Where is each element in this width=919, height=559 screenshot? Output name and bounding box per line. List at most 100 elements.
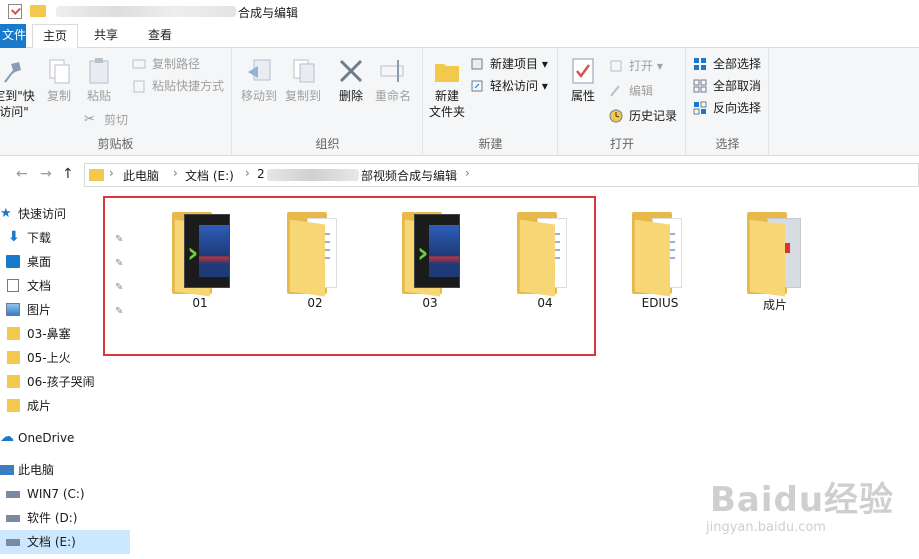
folder-icon bbox=[747, 212, 805, 297]
paste-shortcut-label: 粘贴快捷方式 bbox=[152, 79, 225, 93]
open-label: 打开 bbox=[629, 59, 654, 73]
nav-onedrive[interactable]: ☁ OneDrive bbox=[0, 426, 130, 450]
forward-arrow-icon[interactable]: → bbox=[40, 166, 52, 182]
drive-icon bbox=[6, 515, 20, 522]
new-folder-label-line2: 文件夹 bbox=[428, 105, 465, 119]
nav-drive-c[interactable]: WIN7 (C:) bbox=[0, 482, 130, 506]
cloud-icon: ☁ bbox=[0, 429, 14, 445]
nav-item-label: 下载 bbox=[27, 231, 52, 245]
quick-access-toolbar-properties-icon[interactable] bbox=[8, 4, 22, 19]
properties-check-icon bbox=[568, 56, 598, 86]
open-button[interactable]: 打开 ▾ bbox=[609, 56, 663, 76]
organize-group: 移动到 复制到 删除 重命名 组织 bbox=[233, 48, 423, 156]
copy-to-button[interactable]: 复制到 bbox=[283, 56, 323, 104]
breadcrumb-folder-prefix[interactable]: 2 bbox=[257, 167, 265, 181]
document-icon bbox=[7, 279, 19, 292]
nav-item-folder[interactable]: 06-孩子哭闹 bbox=[0, 370, 130, 394]
tab-home[interactable]: 主页 bbox=[32, 24, 79, 49]
edit-button[interactable]: 编辑 bbox=[609, 81, 653, 101]
chevron-down-icon: ▾ bbox=[538, 57, 548, 71]
nav-item-label: 05-上火 bbox=[27, 351, 71, 365]
copy-path-label: 复制路径 bbox=[152, 57, 201, 71]
history-clock-icon bbox=[609, 109, 623, 123]
nav-drive-e[interactable]: 文档 (E:) bbox=[0, 530, 130, 554]
paste-label: 粘贴 bbox=[86, 89, 111, 103]
move-to-button[interactable]: 移动到 bbox=[239, 56, 279, 104]
breadcrumb-current-folder[interactable]: 部视频合成与编辑 bbox=[361, 167, 457, 184]
copy-to-label: 复制到 bbox=[284, 89, 321, 103]
folder-item[interactable]: 02 bbox=[269, 212, 361, 312]
move-to-label: 移动到 bbox=[240, 89, 277, 103]
new-folder-label-line1: 新建 bbox=[434, 89, 459, 103]
select-none-button[interactable]: 全部取消 bbox=[693, 76, 761, 96]
nav-drive-label: 软件 (D:) bbox=[27, 511, 78, 525]
properties-button[interactable]: 属性 bbox=[563, 56, 603, 104]
star-icon: ★ bbox=[0, 206, 12, 221]
organize-group-label: 组织 bbox=[315, 137, 340, 151]
cut-label: 剪切 bbox=[104, 113, 129, 127]
tab-share[interactable]: 共享 bbox=[84, 24, 128, 48]
move-to-icon bbox=[244, 56, 274, 86]
video-folder-icon: › bbox=[172, 212, 230, 297]
ribbon-tabs: 文件 主页 共享 查看 bbox=[0, 24, 919, 49]
new-item-label: 新建项目 bbox=[490, 57, 539, 71]
open-group: 属性 打开 ▾ 编辑 历史记录 打开 bbox=[559, 48, 686, 156]
address-bar[interactable]: › 此电脑 › 文档 (E:) › 2 部视频合成与编辑 › bbox=[84, 163, 919, 187]
video-folder-icon: › bbox=[402, 212, 460, 297]
chevron-down-icon: ▾ bbox=[538, 79, 548, 93]
history-button[interactable]: 历史记录 bbox=[609, 106, 677, 126]
pin-label-line1: 定到"快 bbox=[0, 89, 35, 103]
folder-name: 成片 bbox=[762, 298, 787, 312]
back-arrow-icon[interactable]: ← bbox=[16, 166, 28, 182]
open-group-label: 打开 bbox=[609, 137, 634, 151]
easy-access-button[interactable]: 轻松访问 ▾ bbox=[470, 76, 548, 96]
invert-selection-button[interactable]: 反向选择 bbox=[693, 98, 761, 118]
folder-item[interactable]: EDIUS bbox=[614, 212, 706, 312]
pin-to-quick-access-button[interactable]: 定到"快 访问" bbox=[0, 56, 36, 120]
clipboard-group-label: 剪贴板 bbox=[97, 137, 134, 151]
nav-item-label: 文档 bbox=[27, 279, 52, 293]
folder-item[interactable]: › 01 bbox=[154, 212, 246, 312]
new-folder-button[interactable]: 新建 文件夹 bbox=[426, 56, 468, 120]
select-group: 全部选择 全部取消 反向选择 选择 bbox=[687, 48, 769, 156]
folder-icon bbox=[89, 169, 104, 181]
copy-path-button[interactable]: 复制路径 bbox=[132, 54, 200, 74]
folder-item[interactable]: › 03 bbox=[384, 212, 476, 312]
breadcrumb-this-pc[interactable]: 此电脑 bbox=[123, 167, 159, 184]
nav-this-pc-label: 此电脑 bbox=[18, 463, 55, 477]
rename-button[interactable]: 重命名 bbox=[373, 56, 413, 104]
paste-button[interactable]: 粘贴 bbox=[82, 56, 116, 104]
paste-shortcut-icon bbox=[132, 79, 146, 93]
nav-drive-d[interactable]: 软件 (D:) bbox=[0, 506, 130, 530]
folder-item[interactable]: 成片 bbox=[729, 212, 821, 312]
invert-selection-label: 反向选择 bbox=[713, 101, 762, 115]
select-all-button[interactable]: 全部选择 bbox=[693, 54, 761, 74]
select-all-label: 全部选择 bbox=[713, 57, 762, 71]
rename-label: 重命名 bbox=[374, 89, 411, 103]
paste-shortcut-button[interactable]: 粘贴快捷方式 bbox=[132, 76, 224, 96]
select-all-icon bbox=[693, 57, 707, 71]
select-none-label: 全部取消 bbox=[713, 79, 762, 93]
redacted-title-segment bbox=[56, 6, 236, 17]
delete-button[interactable]: 删除 bbox=[335, 56, 367, 104]
nav-item-folder[interactable]: 成片 bbox=[0, 394, 130, 418]
watermark-url: jingyan.baidu.com bbox=[706, 520, 826, 535]
drive-icon bbox=[6, 539, 20, 546]
nav-this-pc[interactable]: 此电脑 bbox=[0, 458, 130, 482]
folder-icon bbox=[7, 327, 20, 340]
cut-button[interactable]: ✂ 剪切 bbox=[84, 110, 128, 130]
breadcrumb-drive-e[interactable]: 文档 (E:) bbox=[185, 167, 234, 184]
tab-file[interactable]: 文件 bbox=[0, 24, 26, 48]
folder-icon bbox=[7, 375, 20, 388]
new-item-button[interactable]: 新建项目 ▾ bbox=[470, 54, 548, 74]
folder-icon bbox=[7, 351, 20, 364]
folder-name: 03 bbox=[422, 296, 438, 310]
easy-access-label: 轻松访问 bbox=[490, 79, 539, 93]
tab-view[interactable]: 查看 bbox=[138, 24, 182, 48]
copy-button[interactable]: 复制 bbox=[42, 56, 76, 104]
up-arrow-icon[interactable]: ↑ bbox=[62, 166, 74, 182]
breadcrumb-separator-icon: › bbox=[245, 166, 250, 180]
nav-quick-access-label: 快速访问 bbox=[18, 207, 67, 221]
folder-item[interactable]: 04 bbox=[499, 212, 591, 312]
folder-name: 04 bbox=[537, 296, 553, 310]
